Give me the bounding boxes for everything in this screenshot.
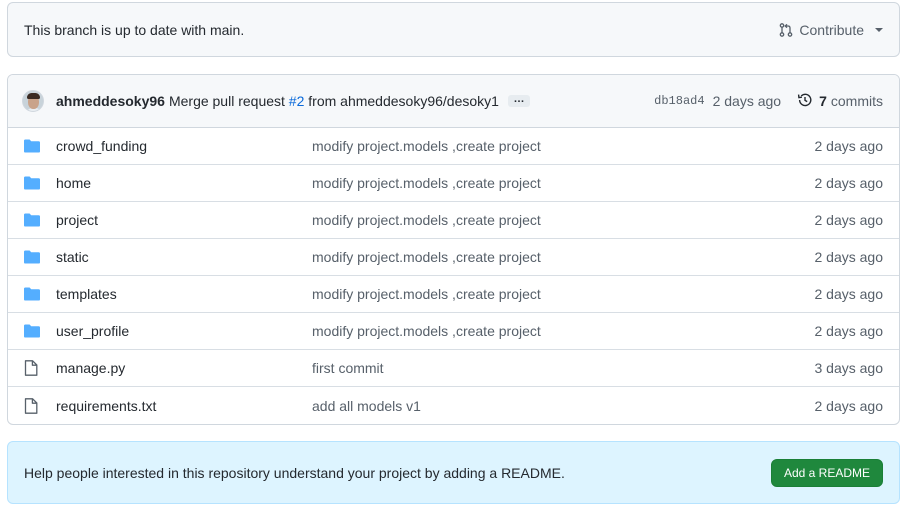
file-commit-message-link[interactable]: modify project.models ,create project xyxy=(312,286,815,302)
commit-message-prefix[interactable]: Merge pull request xyxy=(169,93,285,109)
file-commit-message-link[interactable]: modify project.models ,create project xyxy=(312,323,815,339)
file-name-link[interactable]: manage.py xyxy=(56,360,312,376)
file-row[interactable]: static modify project.models ,create proj… xyxy=(8,239,899,276)
file-name-link[interactable]: templates xyxy=(56,286,312,302)
branch-status-text: This branch is up to date with main. xyxy=(24,21,245,38)
file-icon xyxy=(24,397,40,414)
commits-history-link[interactable]: 7 commits xyxy=(797,92,883,111)
add-readme-button[interactable]: Add a README xyxy=(770,458,883,487)
file-commit-message-link[interactable]: modify project.models ,create project xyxy=(312,249,815,265)
folder-icon xyxy=(24,175,40,191)
file-commit-age: 2 days ago xyxy=(814,212,884,228)
history-icon xyxy=(797,92,813,111)
file-commit-message-link[interactable]: first commit xyxy=(312,360,815,376)
file-browser: ahmeddesoky96 Merge pull request #2 from… xyxy=(7,74,900,425)
commit-age[interactable]: 2 days ago xyxy=(713,93,782,109)
file-row[interactable]: project modify project.models ,create pro… xyxy=(8,202,899,239)
folder-icon xyxy=(24,249,40,265)
commit-count[interactable]: 7 xyxy=(819,93,827,109)
file-row[interactable]: user_profile modify project.models ,creat… xyxy=(8,313,899,350)
expand-commit-message-button[interactable]: … xyxy=(507,93,530,107)
file-commit-message-link[interactable]: modify project.models ,create project xyxy=(312,138,815,154)
file-row[interactable]: requirements.txt add all models v1 2 days … xyxy=(8,387,899,424)
commit-author-link[interactable]: ahmeddesoky96 xyxy=(56,93,165,109)
commits-label[interactable]: commits xyxy=(831,93,883,109)
file-commit-age: 2 days ago xyxy=(814,138,884,154)
contribute-button[interactable]: Contribute xyxy=(778,22,883,38)
commit-message-suffix[interactable]: from ahmeddesoky96/desoky1 xyxy=(308,93,499,109)
file-row[interactable]: crowd_funding modify project.models ,crea… xyxy=(8,128,899,165)
file-commit-age: 2 days ago xyxy=(814,286,884,302)
folder-icon xyxy=(24,286,40,302)
folder-icon xyxy=(24,212,40,228)
file-commit-age: 3 days ago xyxy=(814,360,884,376)
file-row[interactable]: templates modify project.models ,create p… xyxy=(8,276,899,313)
branch-status-bar: This branch is up to date with main. Con… xyxy=(7,2,900,57)
readme-prompt: Help people interested in this repositor… xyxy=(7,441,900,504)
contribute-label: Contribute xyxy=(799,21,864,38)
pull-request-link[interactable]: #2 xyxy=(289,93,305,109)
file-commit-message-link[interactable]: add all models v1 xyxy=(312,398,815,414)
file-commit-age: 2 days ago xyxy=(814,323,884,339)
file-row[interactable]: home modify project.models ,create projec… xyxy=(8,165,899,202)
file-name-link[interactable]: user_profile xyxy=(56,323,312,339)
file-commit-message-link[interactable]: modify project.models ,create project xyxy=(312,212,815,228)
folder-icon xyxy=(24,323,40,339)
file-commit-age: 2 days ago xyxy=(814,397,884,414)
file-name-link[interactable]: requirements.txt xyxy=(56,398,312,414)
git-pull-request-icon xyxy=(778,22,794,38)
file-name-link[interactable]: project xyxy=(56,212,312,228)
readme-prompt-text: Help people interested in this repositor… xyxy=(24,464,565,481)
latest-commit-row: ahmeddesoky96 Merge pull request #2 from… xyxy=(8,75,899,128)
file-name-link[interactable]: crowd_funding xyxy=(56,138,312,154)
file-commit-age: 2 days ago xyxy=(814,249,884,265)
avatar[interactable] xyxy=(22,90,44,112)
file-icon xyxy=(24,360,40,376)
commit-sha-link[interactable]: db18ad4 xyxy=(654,94,704,108)
file-row[interactable]: manage.py first commit 3 days ago xyxy=(8,350,899,387)
file-name-link[interactable]: static xyxy=(56,249,312,265)
file-name-link[interactable]: home xyxy=(56,175,312,191)
chevron-down-icon xyxy=(875,28,883,32)
file-commit-age: 2 days ago xyxy=(814,175,884,191)
file-commit-message-link[interactable]: modify project.models ,create project xyxy=(312,175,815,191)
folder-icon xyxy=(24,138,40,154)
commit-message[interactable]: Merge pull request #2 from ahmeddesoky96… xyxy=(169,93,499,109)
